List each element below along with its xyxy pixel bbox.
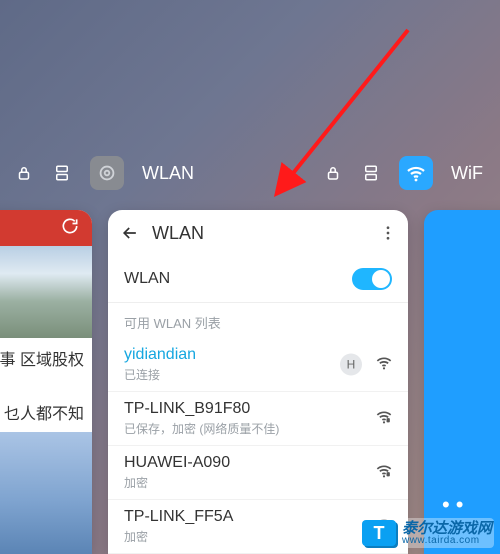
wlan-item-sub: 加密 bbox=[124, 474, 392, 491]
split-screen-icon[interactable] bbox=[52, 163, 72, 183]
task-card-left[interactable]: 事 区域股权 乜人都不知 bbox=[0, 210, 92, 554]
right-card-dots: •• bbox=[442, 492, 469, 518]
split-screen-icon[interactable] bbox=[361, 163, 381, 183]
task-label-center: WLAN bbox=[142, 163, 194, 184]
wifi-signal-icon bbox=[374, 460, 394, 485]
left-card-text-1: 事 区域股权 bbox=[0, 338, 92, 378]
wlan-item-sub: 加密 bbox=[124, 528, 392, 545]
wlan-toggle-row[interactable]: WLAN bbox=[108, 256, 408, 303]
wlan-item[interactable]: yidiandian已连接H bbox=[108, 338, 408, 392]
wlan-header: WLAN bbox=[108, 210, 408, 256]
task-label-right: WiF bbox=[451, 163, 483, 184]
task-group-right: WiF bbox=[323, 156, 483, 190]
wlan-item-icons bbox=[374, 406, 394, 431]
left-card-image-2 bbox=[0, 432, 92, 554]
wlan-item-ssid: TP-LINK_B91F80 bbox=[124, 400, 392, 418]
wlan-item-icons: H bbox=[340, 352, 394, 377]
wlan-toggle[interactable] bbox=[352, 268, 392, 290]
more-icon[interactable] bbox=[378, 223, 398, 243]
task-card-right[interactable]: •• bbox=[424, 210, 500, 554]
wlan-item[interactable]: TP-LINK_B91F80 已保存，加密 (网络质量不佳) bbox=[108, 392, 408, 446]
task-group-left: WLAN bbox=[14, 156, 194, 190]
recents-background: WLAN WiF 事 区域股权 乜人都不知 bbox=[0, 0, 500, 554]
wifi-app-icon[interactable] bbox=[399, 156, 433, 190]
back-icon[interactable] bbox=[118, 221, 142, 245]
wlan-item-ssid: HUAWEI-A090 bbox=[124, 454, 392, 472]
left-card-image-1 bbox=[0, 246, 92, 338]
refresh-icon[interactable] bbox=[60, 216, 80, 241]
wlan-title: WLAN bbox=[152, 223, 378, 244]
task-card-center-wlan[interactable]: WLAN WLAN 可用 WLAN 列表 yidiandian已连接HTP-LI… bbox=[108, 210, 408, 554]
wlan-item-icons bbox=[374, 460, 394, 485]
watermark: T 泰尔达游戏网 www.tairda.com bbox=[360, 518, 494, 548]
wlan-section-header: 可用 WLAN 列表 bbox=[108, 303, 408, 338]
wlan-item-sub: 已保存，加密 (网络质量不佳) bbox=[124, 420, 392, 437]
wlan-toggle-label: WLAN bbox=[124, 270, 170, 288]
watermark-line2: www.tairda.com bbox=[402, 536, 492, 546]
lock-icon[interactable] bbox=[323, 163, 343, 183]
lock-icon[interactable] bbox=[14, 163, 34, 183]
link-badge-icon: H bbox=[340, 354, 362, 376]
left-card-text-2: 乜人都不知 bbox=[0, 378, 92, 432]
task-label-row: WLAN WiF bbox=[0, 156, 500, 196]
wifi-signal-icon bbox=[374, 406, 394, 431]
settings-app-icon[interactable] bbox=[90, 156, 124, 190]
watermark-line1: 泰尔达游戏网 bbox=[402, 521, 492, 536]
wlan-item[interactable]: HUAWEI-A090 加密 bbox=[108, 446, 408, 500]
watermark-logo: T bbox=[362, 520, 396, 546]
left-card-toolbar bbox=[0, 210, 92, 246]
wlan-item-ssid: TP-LINK_FF5A bbox=[124, 508, 392, 526]
wifi-signal-icon bbox=[374, 352, 394, 377]
